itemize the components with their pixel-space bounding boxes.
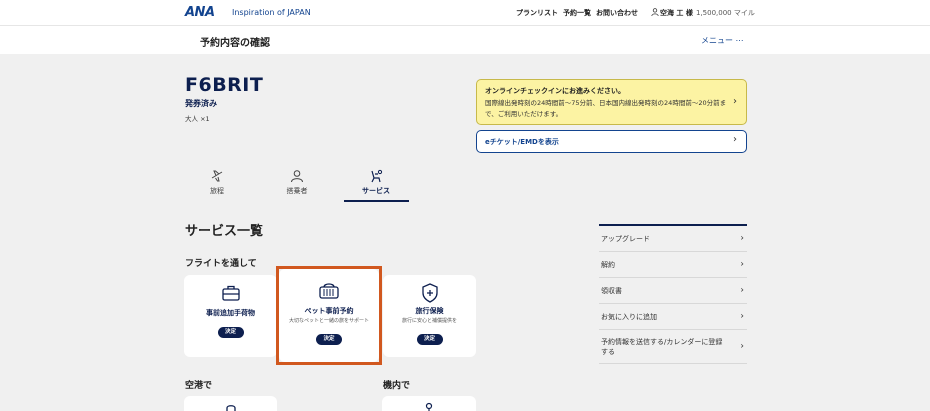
chevron-right-icon: ›: [733, 134, 737, 145]
service-card-inflight[interactable]: [382, 396, 476, 411]
checkin-notice[interactable]: オンラインチェックインにお進みください。 国際線出発時刻の24時間前～75分前、…: [476, 79, 747, 125]
active-tab-indicator: [344, 200, 409, 202]
shield-plus-icon: [421, 283, 438, 303]
seat-icon: [371, 169, 383, 183]
baggage-icon: [225, 405, 236, 411]
ana-logo[interactable]: ANA: [185, 5, 215, 20]
side-item-receipt[interactable]: 領収書 ›: [599, 278, 747, 304]
group-heading-airport: 空港で: [185, 381, 213, 391]
user-name[interactable]: 空海 工 様: [660, 8, 693, 18]
service-card-baggage[interactable]: 事前追加手荷物 決定: [184, 275, 277, 357]
side-item-cancel[interactable]: 解約 ›: [599, 252, 747, 278]
services-heading: サービス一覧: [185, 224, 264, 239]
menu-button[interactable]: メニュー ⋯: [701, 35, 744, 46]
notice-title: オンラインチェックインにお進みください。: [485, 87, 625, 95]
select-button[interactable]: 決定: [416, 334, 443, 345]
nav-contact[interactable]: お問い合わせ: [596, 8, 638, 18]
top-bar: ANA Inspiration of JAPAN プランリスト 予約一覧 お問い…: [0, 0, 930, 25]
passenger-count: 大人 ×1: [185, 115, 210, 123]
notice-body: 国際線出発時刻の24時間前～75分前、日本国内線出発時刻の24時間前～20分前ま…: [485, 99, 727, 118]
nav-plan-list[interactable]: プランリスト: [516, 8, 558, 18]
service-card-airport[interactable]: [184, 396, 277, 411]
chevron-right-icon: ›: [740, 259, 744, 269]
chevron-right-icon: ›: [740, 341, 744, 351]
group-heading-inflight: 機内で: [383, 381, 411, 391]
side-item-label: 予約情報を送信する/カレンダーに登録する: [601, 337, 723, 356]
tab-label: 搭乗者: [286, 187, 308, 195]
meal-icon: [425, 402, 433, 411]
side-item-label: 領収書: [601, 286, 622, 295]
card-title: 事前追加手荷物: [206, 309, 255, 317]
side-item-upgrade[interactable]: アップグレード ›: [599, 226, 747, 252]
eticket-button[interactable]: eチケット/EMDを表示 ›: [476, 130, 747, 153]
tab-label: サービス: [362, 187, 390, 195]
user-icon: [651, 8, 659, 16]
chevron-right-icon: ›: [740, 285, 744, 295]
side-menu: アップグレード › 解約 › 領収書 › お気に入りに追加 › 予約情報を送信す…: [599, 224, 747, 364]
nav-reservations[interactable]: 予約一覧: [563, 8, 591, 18]
tab-itinerary[interactable]: 旅程: [185, 165, 249, 203]
side-item-label: アップグレード: [601, 234, 650, 243]
chevron-right-icon: ›: [733, 96, 737, 107]
tab-services[interactable]: サービス: [344, 165, 408, 203]
select-button[interactable]: 決定: [217, 327, 244, 338]
side-item-send-calendar[interactable]: 予約情報を送信する/カレンダーに登録する ›: [599, 330, 747, 364]
sub-header: 予約内容の確認 メニュー ⋯: [0, 25, 930, 54]
chevron-right-icon: ›: [740, 233, 744, 243]
person-icon: [291, 170, 303, 183]
service-card-insurance[interactable]: 旅行保険 旅行に安心と補償提供を 決定: [383, 275, 476, 357]
eticket-label: eチケット/EMDを表示: [485, 138, 559, 146]
card-description: 旅行に安心と補償提供を: [401, 318, 457, 324]
side-item-favorite[interactable]: お気に入りに追加 ›: [599, 304, 747, 330]
side-item-label: お気に入りに追加: [601, 312, 657, 321]
card-title: 旅行保険: [415, 307, 444, 315]
miles-balance: 1,500,000 マイル: [696, 9, 755, 17]
side-item-label: 解約: [601, 260, 615, 269]
group-heading-flight: フライトを通して: [185, 259, 257, 269]
tagline: Inspiration of JAPAN: [232, 8, 311, 17]
booking-code: F6BRIT: [185, 74, 264, 96]
chevron-right-icon: ›: [740, 311, 744, 321]
page-title: 予約内容の確認: [200, 38, 270, 49]
plane-icon: [211, 170, 223, 182]
baggage-icon: [221, 285, 240, 301]
tab-label: 旅程: [210, 187, 224, 195]
ticket-status: 発券済み: [185, 99, 217, 108]
highlight-frame: [276, 266, 382, 365]
tab-passengers[interactable]: 搭乗者: [265, 165, 329, 203]
